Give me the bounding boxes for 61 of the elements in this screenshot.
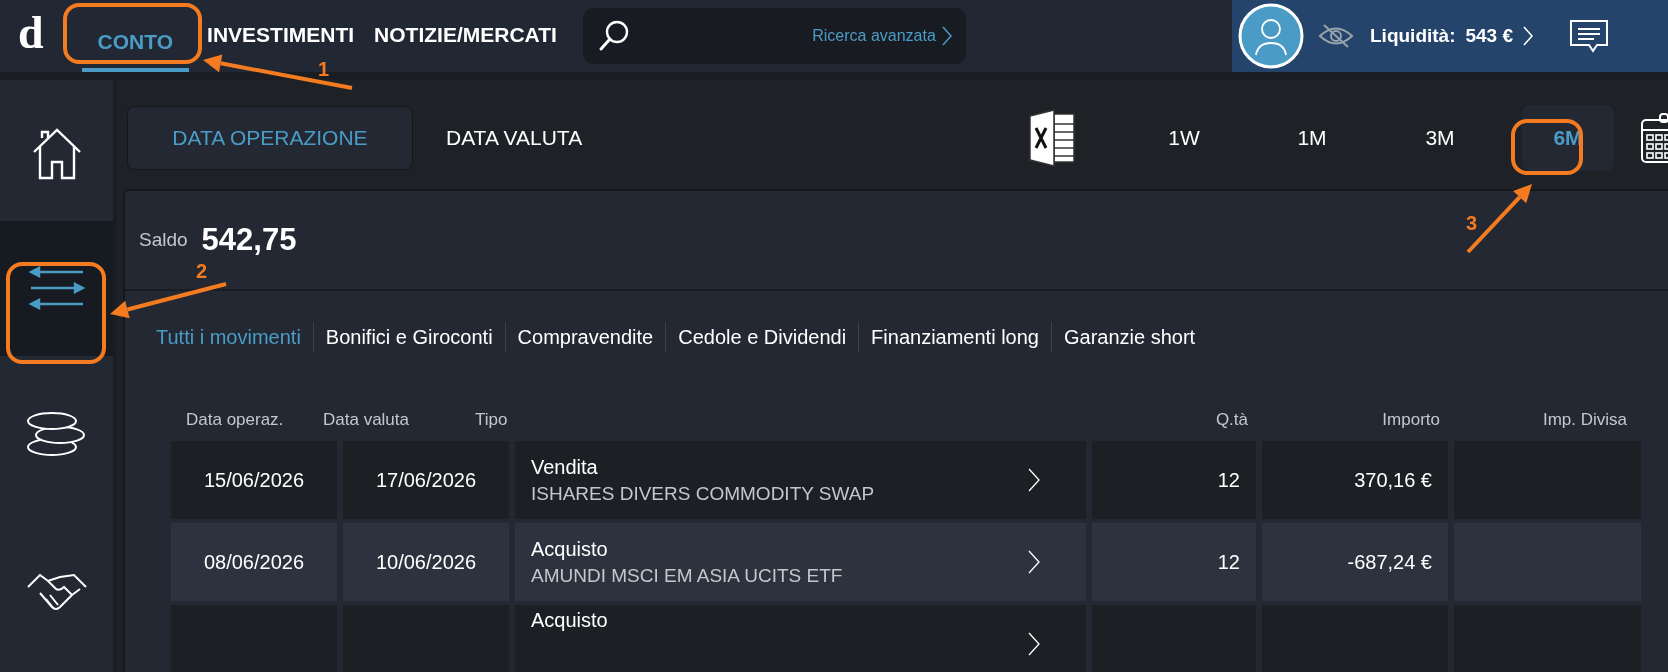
table-cell: -687,24 €: [1262, 523, 1448, 601]
period-tab[interactable]: 1M: [1266, 105, 1358, 171]
message-icon[interactable]: [1569, 19, 1610, 53]
annotation-number: 2: [196, 260, 208, 282]
filter-tab[interactable]: Bonifici e Giroconti: [325, 325, 493, 349]
column-header: Data operaz.: [185, 410, 284, 430]
instrument-name: ISHARES DIVERS COMMODITY SWAP: [531, 482, 875, 505]
chevron-right-icon: [941, 26, 952, 46]
chevron-right-icon: [1028, 632, 1040, 656]
filter-tab[interactable]: Garanzie short: [1064, 325, 1196, 349]
balance-value: 542,75: [201, 222, 297, 258]
operation-type: Vendita: [531, 455, 599, 479]
annotation-arrow: [1466, 184, 1532, 254]
nav-tab[interactable]: CONTO: [81, 12, 190, 72]
calendar-icon[interactable]: [1640, 112, 1668, 164]
chevron-right-icon[interactable]: [1523, 26, 1534, 46]
table-cell: 15/06/2026: [171, 441, 337, 519]
liquidity-value: 543 €: [1465, 25, 1514, 47]
filter-tab[interactable]: Tutti i movimenti: [156, 325, 301, 349]
highlight-outline: [1511, 119, 1583, 175]
avatar-icon[interactable]: [1238, 3, 1304, 69]
period-tab[interactable]: 1W: [1138, 105, 1230, 171]
chevron-right-icon: [1028, 468, 1040, 492]
period-tab[interactable]: 3M: [1394, 105, 1486, 171]
filter-tab[interactable]: Compravendite: [517, 325, 654, 349]
column-header: Q.tà: [1215, 410, 1249, 430]
table-cell: 12: [1092, 441, 1256, 519]
table-cell: 370,16 €: [1262, 441, 1448, 519]
table-cell[interactable]: Vendita ISHARES DIVERS COMMODITY SWAP: [515, 441, 1086, 519]
column-header: Imp. Divisa: [1542, 410, 1628, 430]
annotation-number: 1: [318, 58, 330, 80]
logo[interactable]: d: [0, 10, 44, 62]
coins-icon: [25, 410, 88, 459]
table-cell: 12: [1092, 523, 1256, 601]
instrument-name: AMUNDI MSCI EM ASIA UCITS ETF: [531, 564, 843, 587]
table-cell[interactable]: Acquisto AMUNDI MSCI EM ASIA UCITS ETF: [515, 523, 1086, 601]
sidebar-item[interactable]: [0, 220, 113, 356]
chevron-right-icon: [1028, 550, 1040, 574]
table-cell: 10/06/2026: [343, 523, 509, 601]
date-toggle[interactable]: DATA VALUTA: [413, 105, 616, 171]
eye-hidden-icon[interactable]: [1318, 23, 1354, 49]
liquidity-label: Liquidità:: [1370, 25, 1456, 47]
column-header: Tipo: [475, 410, 508, 430]
operation-type: Acquisto: [531, 537, 609, 561]
table-cell: 17/06/2026: [343, 441, 509, 519]
operation-type: Acquisto: [531, 609, 608, 632]
date-toggle[interactable]: DATA OPERAZIONE: [127, 106, 413, 170]
advanced-search-link[interactable]: Ricerca avanzata: [812, 27, 936, 45]
nav-tab[interactable]: NOTIZIE/MERCATI: [364, 12, 567, 58]
transfer-arrows-icon: [28, 266, 85, 311]
balance-label: Saldo: [139, 229, 188, 251]
annotation-number: 3: [1466, 212, 1478, 234]
search-field[interactable]: Ricerca avanzata: [582, 8, 966, 64]
nav-tab[interactable]: INVESTIMENTI: [197, 12, 365, 58]
table-cell: 08/06/2026: [171, 523, 337, 601]
filter-tab[interactable]: Cedole e Dividendi: [678, 325, 847, 349]
table-cell[interactable]: Acquisto: [515, 605, 1086, 672]
filter-tab[interactable]: Finanziamenti long: [871, 325, 1039, 349]
column-header: Data valuta: [323, 410, 409, 430]
column-header: Importo: [1382, 410, 1441, 430]
spreadsheet-icon[interactable]: [1028, 108, 1076, 168]
